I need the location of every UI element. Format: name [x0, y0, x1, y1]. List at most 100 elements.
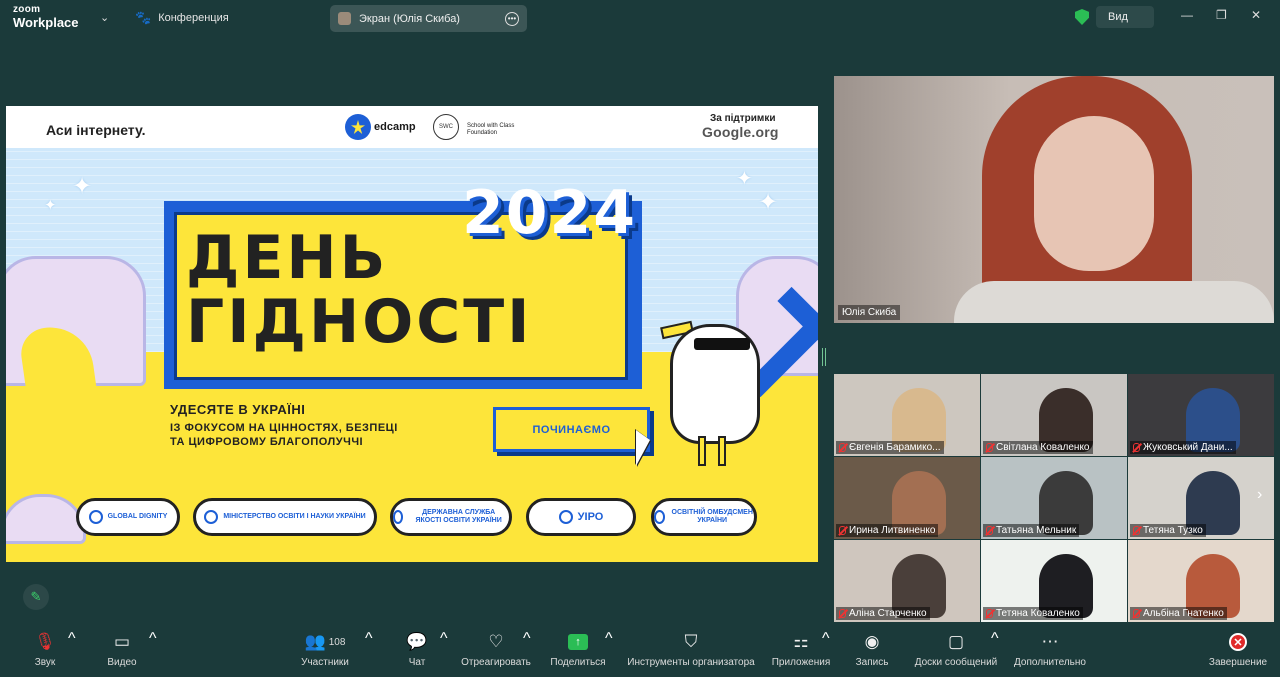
partner-label: УІРО — [577, 510, 604, 523]
participant-tile[interactable]: Ирина Литвиненко — [834, 457, 980, 539]
support-label: За підтримки — [710, 113, 776, 124]
end-icon-wrap: ✕ — [1229, 630, 1247, 654]
mic-muted-icon: 🎙 — [34, 632, 56, 651]
participants-button[interactable]: 👥 108 Участники — [296, 630, 354, 677]
partner-uiro: УІРО — [526, 498, 636, 536]
partner-label: ДЕРЖАВНА СЛУЖБА ЯКОСТІ ОСВІТИ УКРАЇНИ — [415, 509, 502, 524]
mic-muted-icon — [1133, 443, 1140, 452]
mic-muted-icon — [839, 443, 846, 452]
participant-tile[interactable]: Жуковський Дани... — [1128, 374, 1274, 456]
brand-bottom: Workplace — [13, 15, 79, 30]
participant-gallery: Євгенія Барамико... Світлана Коваленко Ж… — [834, 374, 1274, 622]
video-options-chevron-icon[interactable]: ^ — [149, 630, 157, 648]
swc-logo-icon: SWC — [433, 114, 459, 140]
apps-options-chevron-icon[interactable]: ^ — [822, 630, 830, 648]
more-label: Дополнительно — [1014, 657, 1086, 668]
participant-tile[interactable]: Тетяна Тузко — [1128, 457, 1274, 539]
end-label: Завершение — [1208, 657, 1268, 668]
speaker-clothes — [954, 281, 1274, 323]
top-bar: zoom Workplace ⌄ 🐾 Конференция Экран (Юл… — [0, 0, 1280, 36]
participants-count: 108 — [328, 636, 346, 648]
participant-tile[interactable]: Світлана Коваленко — [981, 374, 1127, 456]
brand-top: zoom — [13, 4, 41, 15]
react-label: Отреагировать — [461, 657, 531, 668]
audio-options-chevron-icon[interactable]: ^ — [68, 630, 76, 648]
more-options-icon[interactable]: ••• — [505, 11, 519, 26]
maximize-icon[interactable]: ❐ — [1216, 8, 1227, 22]
shared-screen: Аси інтернету. edcamp SWC School with Cl… — [6, 106, 818, 562]
partner-label: МІНІСТЕРСТВО ОСВІТИ І НАУКИ УКРАЇНИ — [223, 513, 366, 521]
react-options-chevron-icon[interactable]: ^ — [523, 630, 531, 648]
partner-ministry: МІНІСТЕРСТВО ОСВІТИ І НАУКИ УКРАЇНИ — [193, 498, 377, 536]
end-x-icon: ✕ — [1229, 633, 1247, 651]
meeting-toolbar: 🎙 Звук ^ ▭ Видео ^ 👥 108 Участники ^ 💬 Ча… — [0, 630, 1280, 677]
title-line-2: ГІДНОСТІ — [186, 287, 533, 357]
audio-label: Звук — [34, 657, 56, 668]
close-icon[interactable]: ✕ — [1251, 8, 1261, 22]
apps-icon: ⚏ — [793, 632, 809, 651]
security-shield-icon[interactable] — [1075, 9, 1089, 25]
participants-options-chevron-icon[interactable]: ^ — [365, 630, 373, 648]
annotate-pencil-icon[interactable]: ✎ — [23, 584, 49, 610]
chat-button[interactable]: 💬 Чат — [403, 630, 431, 677]
video-label: Видео — [107, 657, 137, 668]
whiteboards-button[interactable]: ▢ Доски сообщений — [910, 630, 1002, 677]
participants-icon: 👥 108 — [304, 632, 346, 651]
share-button[interactable]: ↑ Поделиться — [549, 630, 607, 677]
participant-tile[interactable]: Євгенія Барамико... — [834, 374, 980, 456]
participant-tile[interactable]: Альбіна Гнатенко — [1128, 540, 1274, 622]
meeting-name: Конференция — [158, 12, 229, 24]
participant-tile[interactable]: Татьяна Мельник — [981, 457, 1127, 539]
participant-label: Аліна Старченко — [836, 607, 930, 620]
end-meeting-button[interactable]: ✕ Завершение — [1206, 630, 1270, 677]
video-button[interactable]: ▭ Видео — [103, 630, 141, 677]
gallery-next-icon[interactable]: › — [1257, 486, 1262, 504]
chevron-down-icon[interactable]: ⌄ — [100, 11, 109, 24]
participants-label: Участники — [301, 657, 349, 668]
participant-tile[interactable]: Аліна Старченко — [834, 540, 980, 622]
whiteboards-label: Доски сообщений — [914, 657, 998, 668]
audio-button[interactable]: 🎙 Звук — [28, 630, 62, 677]
whiteboards-options-chevron-icon[interactable]: ^ — [991, 630, 999, 648]
bird-leg — [698, 436, 706, 466]
mic-muted-icon — [986, 609, 993, 618]
cursor-icon — [636, 430, 650, 466]
chat-icon: 💬 — [406, 632, 428, 651]
view-button[interactable]: Вид — [1096, 6, 1154, 28]
edcamp-logo-icon — [345, 114, 371, 140]
ombudsman-icon — [654, 510, 666, 524]
participant-name: Ирина Литвиненко — [849, 525, 936, 536]
host-tools-button[interactable]: ⛉ Инструменты организатора — [624, 630, 758, 677]
speaker-video[interactable]: Юлія Скиба — [834, 76, 1274, 323]
panel-resize-handle[interactable] — [822, 348, 826, 366]
record-icon: ◉ — [864, 632, 880, 651]
participant-label: Ирина Литвиненко — [836, 524, 939, 537]
participant-label: Світлана Коваленко — [983, 441, 1093, 454]
more-button[interactable]: ⋯ Дополнительно — [1011, 630, 1089, 677]
slide-subline-2: ТА ЦИФРОВОМУ БЛАГОПОЛУЧЧІ — [170, 436, 364, 448]
mic-muted-icon — [986, 526, 993, 535]
share-thumbnail-icon — [338, 12, 351, 25]
speaker-face — [1034, 116, 1154, 271]
slide-subline-1: ІЗ ФОКУСОМ НА ЦІННОСТЯХ, БЕЗПЕЦІ — [170, 422, 398, 434]
whiteboard-icon: ▢ — [947, 632, 965, 651]
share-label: Экран (Юлія Скиба) — [359, 12, 460, 25]
sparkle-icon: ✦ — [736, 168, 753, 190]
slide-subtitle: УДЕСЯТЕ В УКРАЇНІ — [170, 402, 306, 417]
view-label: Вид — [1108, 11, 1128, 23]
global-dignity-icon — [88, 510, 103, 524]
record-label: Запись — [855, 657, 889, 668]
sunglasses-icon — [694, 338, 750, 350]
screen-share-indicator[interactable]: Экран (Юлія Скиба) ••• — [330, 5, 527, 32]
partner-global-dignity: GLOBAL DIGNITY — [76, 498, 180, 536]
video-camera-icon: ▭ — [113, 632, 131, 651]
trident-icon — [204, 510, 219, 524]
record-button[interactable]: ◉ Запись — [853, 630, 891, 677]
meeting-info-button[interactable]: 🐾 Конференция — [135, 10, 229, 26]
org-word: .org — [751, 124, 779, 140]
minimize-icon[interactable]: — — [1181, 8, 1193, 22]
chat-options-chevron-icon[interactable]: ^ — [440, 630, 448, 648]
participant-tile[interactable]: Тетяна Коваленко — [981, 540, 1127, 622]
share-options-chevron-icon[interactable]: ^ — [605, 630, 613, 648]
slide-header-title: Аси інтернету. — [46, 122, 146, 138]
